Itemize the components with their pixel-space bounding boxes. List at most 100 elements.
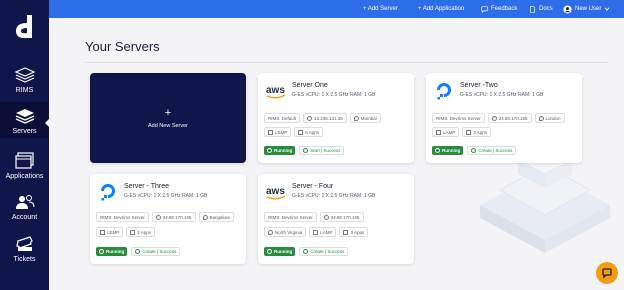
ip-tag: 34.80.170.155 <box>151 212 196 222</box>
aws-logo: aws <box>266 186 285 200</box>
check-icon <box>267 249 272 254</box>
server-card-three[interactable]: Server - Three G-ES vCPU: 1 X 2.5 GHz RA… <box>90 174 246 264</box>
location-tag: Bangalore <box>198 212 235 222</box>
apps-icon <box>298 129 304 135</box>
globe-icon <box>307 115 313 121</box>
add-server-label: + Add Server <box>363 6 398 12</box>
location-tag: London <box>534 113 565 123</box>
server-name[interactable]: Server -Two <box>460 82 498 89</box>
add-application-link[interactable]: + Add Application <box>418 0 464 18</box>
location-icon <box>202 214 208 220</box>
stack-icon <box>436 129 441 135</box>
top-navigation-bar: + Add Server + Add Application Feedback … <box>49 0 624 18</box>
sidebar-item-applications[interactable]: Applications <box>0 152 49 180</box>
feedback-label: Feedback <box>491 6 518 12</box>
check-icon <box>435 148 440 153</box>
apps-icon <box>343 229 349 235</box>
user-menu[interactable]: New User <box>563 0 613 18</box>
apps-icon <box>466 129 472 135</box>
check-icon <box>267 148 272 153</box>
stack-tag: LAMP <box>309 227 337 237</box>
location-tag: Mumbai <box>349 113 381 123</box>
sidebar-item-account[interactable]: Account <box>0 193 49 221</box>
apps-tag: 6 Apps <box>294 127 324 137</box>
svg-text:aws: aws <box>266 85 285 96</box>
users-icon <box>15 195 34 209</box>
chat-support-button[interactable] <box>596 262 618 284</box>
server-spec: G-ES vCPU: 1 X 2.5 GHz RAM: 1 GB <box>292 193 376 199</box>
server-name[interactable]: Server One <box>292 82 328 89</box>
sidebar-item-label: Account <box>11 214 38 221</box>
stack-tag: LEMP <box>264 127 292 137</box>
globe-icon <box>155 214 161 220</box>
last-action-status: Create | Success <box>131 247 181 256</box>
divider <box>85 62 609 63</box>
server-spec: G-ES vCPU: 1 X 2.5 GHz RAM: 1 GB <box>460 92 544 98</box>
server-layers-icon <box>15 109 34 124</box>
page-title: Your Servers <box>85 39 160 54</box>
digitalocean-logo <box>437 83 451 100</box>
check-icon <box>303 148 309 153</box>
aws-logo: aws <box>266 85 285 99</box>
sidebar-item-rims[interactable]: RIMS <box>0 66 49 94</box>
digitalocean-logo <box>101 184 115 201</box>
running-badge: Running <box>264 146 296 155</box>
ip-tag: 34.80.170.155 <box>319 212 364 222</box>
running-badge: Running <box>96 247 128 256</box>
feedback-link[interactable]: Feedback <box>481 0 517 18</box>
ip-tag: 34.80.170.155 <box>487 113 532 123</box>
sidebar: RIMS Servers Applications Account Ticket… <box>0 0 50 290</box>
running-badge: Running <box>264 247 296 256</box>
speech-bubble-icon <box>481 5 488 13</box>
server-card-four[interactable]: aws Server - Four G-ES vCPU: 1 X 2.5 GHz… <box>258 174 414 264</box>
chat-icon <box>602 268 612 279</box>
add-new-server-label: Add New Server <box>147 122 189 129</box>
add-new-server-card[interactable]: + Add New Server <box>90 73 246 163</box>
last-action-status: Start | Success <box>299 146 345 155</box>
location-icon <box>353 115 359 121</box>
server-name[interactable]: Server - Four <box>292 183 333 190</box>
location-icon <box>538 115 544 121</box>
rims-tag: RIMS: Devrims Server <box>96 212 149 222</box>
document-icon <box>530 5 535 13</box>
globe-icon <box>491 115 497 121</box>
active-indicator <box>45 118 50 128</box>
check-icon <box>303 249 309 254</box>
stack-tag: LEMP <box>96 227 124 237</box>
stack-icon <box>268 129 273 135</box>
location-icon <box>268 229 273 235</box>
plus-icon: + <box>164 106 172 119</box>
server-name[interactable]: Server - Three <box>124 183 169 190</box>
location-tag: North Virginia <box>264 227 307 237</box>
last-action-status: Create | Success <box>467 146 517 155</box>
rims-tag: RIMS: Devrims Server <box>264 212 317 222</box>
stack-tag: LAMP <box>432 127 460 137</box>
last-action-status: Create | Success <box>299 247 349 256</box>
sidebar-item-label: Tickets <box>13 256 36 263</box>
sidebar-item-label: Servers <box>12 128 37 135</box>
ip-tag: 13.235.131.35 <box>303 113 347 123</box>
rims-tag: RIMS: Devrims Server <box>432 113 485 123</box>
sidebar-item-servers[interactable]: Servers <box>0 102 49 138</box>
server-card-two[interactable]: Server -Two G-ES vCPU: 1 X 2.5 GHz RAM: … <box>426 73 582 163</box>
add-server-link[interactable]: + Add Server <box>363 0 398 18</box>
check-icon <box>135 249 141 254</box>
chevron-down-icon <box>605 7 610 11</box>
stack-icon <box>14 67 35 83</box>
stack-icon <box>100 229 105 235</box>
svg-text:aws: aws <box>266 186 285 197</box>
running-badge: Running <box>432 146 464 155</box>
server-spec: G-ES vCPU: 1 X 2.5 GHz RAM: 1 GB <box>292 92 376 98</box>
docs-label: Docs <box>539 6 553 12</box>
docs-link[interactable]: Docs <box>529 0 553 18</box>
sidebar-item-label: RIMS <box>15 87 34 94</box>
server-card-one[interactable]: aws Server One G-ES vCPU: 1 X 2.5 GHz RA… <box>258 73 414 163</box>
devrims-logo[interactable] <box>12 14 36 40</box>
apps-tag: 3 Apps <box>339 227 369 237</box>
apps-tag: 2 Apps <box>126 227 156 237</box>
sidebar-item-tickets[interactable]: Tickets <box>0 235 49 263</box>
rims-tag: RIMS: Default <box>264 113 301 123</box>
server-spec: G-ES vCPU: 1 X 2.5 GHz RAM: 1 GB <box>124 193 208 199</box>
user-name: New User <box>575 6 602 12</box>
apps-icon <box>130 229 136 235</box>
